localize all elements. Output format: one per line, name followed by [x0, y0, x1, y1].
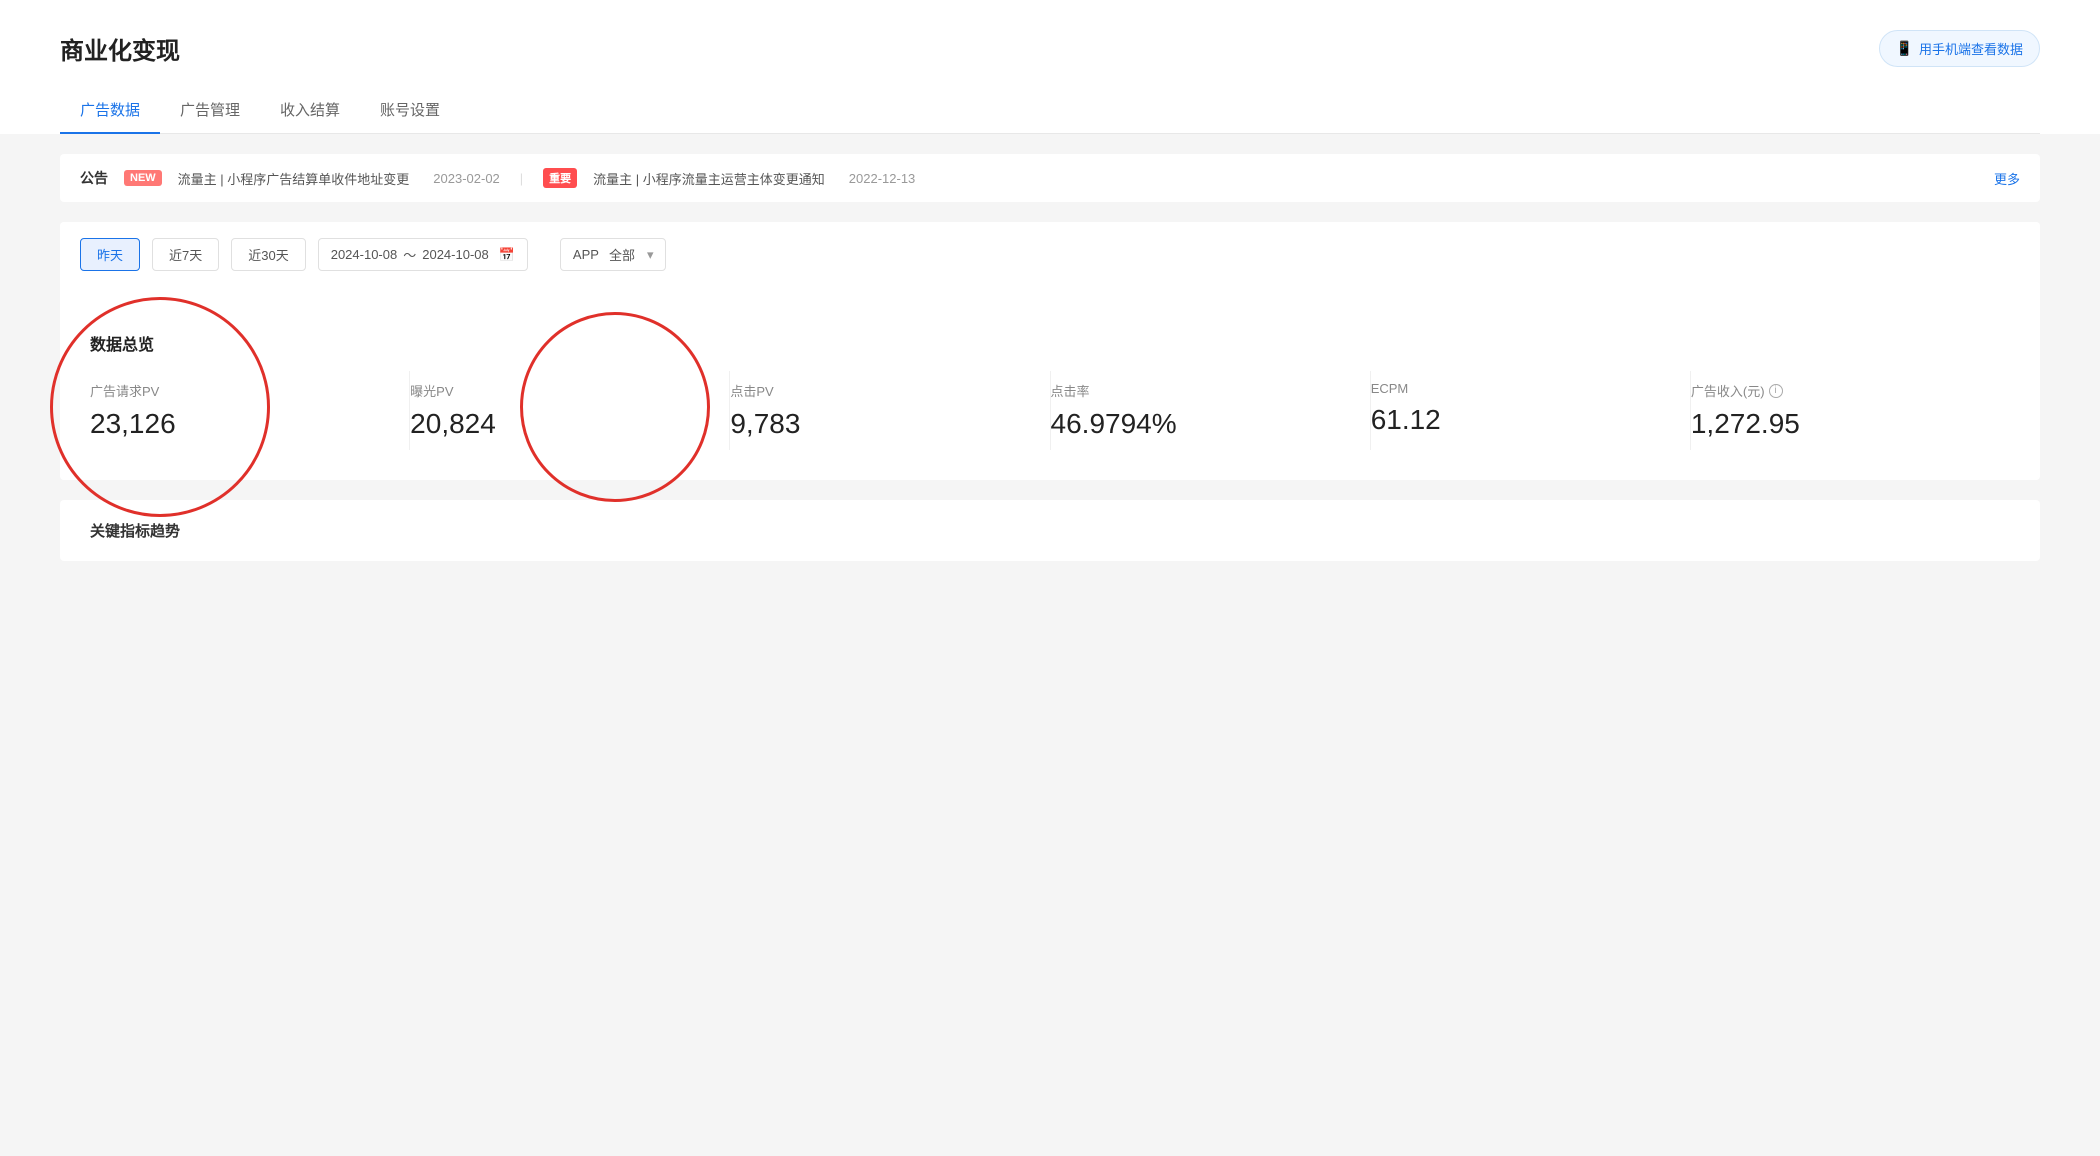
- announcement-text-1[interactable]: 流量主 | 小程序广告结算单收件地址变更: [178, 169, 410, 188]
- stat-value-2: 20,824: [410, 408, 709, 440]
- stat-label-2: 曝光PV: [410, 381, 709, 400]
- header-top: 商业化变现 📱 用手机端查看数据: [60, 30, 2040, 67]
- tabs-nav: 广告数据 广告管理 收入结算 账号设置: [60, 87, 2040, 134]
- date-start: 2024-10-08: [331, 247, 398, 262]
- page-title: 商业化变现: [60, 31, 180, 66]
- stat-value-4: 46.9794%: [1051, 408, 1350, 440]
- chevron-down-icon: ▾: [647, 247, 654, 263]
- stats-wrapper: 数据总览 广告请求PV 23,126 曝光PV: [60, 307, 2040, 480]
- badge-important-1: 重要: [543, 168, 577, 188]
- date-range-picker[interactable]: 2024-10-08 ～ 2024-10-08 📅: [318, 238, 528, 271]
- page-wrapper: 商业化变现 📱 用手机端查看数据 广告数据 广告管理 收入结算 账号设置 公告 …: [0, 0, 2100, 1156]
- stat-item-click-pv: 点击PV 9,783: [730, 371, 1050, 450]
- stat-item-click-rate: 点击率 46.9794%: [1051, 371, 1371, 450]
- stat-item-ad-request-pv: 广告请求PV 23,126: [90, 371, 410, 450]
- phone-icon: 📱: [1896, 40, 1913, 57]
- date-btn-7days[interactable]: 近7天: [152, 238, 219, 271]
- tab-ad-manage[interactable]: 广告管理: [160, 87, 260, 134]
- stat-value-6: 1,272.95: [1691, 408, 1990, 440]
- stat-value-3: 9,783: [730, 408, 1029, 440]
- stats-title-text: 数据总览: [90, 337, 154, 354]
- tab-account[interactable]: 账号设置: [360, 87, 460, 134]
- stat-label-6: 广告收入(元) i: [1691, 381, 1990, 400]
- mobile-btn-label: 用手机端查看数据: [1919, 39, 2023, 58]
- tab-ad-data[interactable]: 广告数据: [60, 87, 160, 134]
- announcement-label: 公告: [80, 168, 108, 188]
- trend-section: 关键指标趋势: [60, 500, 2040, 561]
- more-link[interactable]: 更多: [1994, 169, 2020, 188]
- app-selector[interactable]: APP 全部 ▾: [560, 238, 667, 271]
- stat-item-exposure-pv: 曝光PV 20,824: [410, 371, 730, 450]
- content-area: 公告 NEW 流量主 | 小程序广告结算单收件地址变更 2023-02-02 |…: [0, 134, 2100, 581]
- announcement-text-2[interactable]: 流量主 | 小程序流量主运营主体变更通知: [593, 169, 825, 188]
- header: 商业化变现 📱 用手机端查看数据 广告数据 广告管理 收入结算 账号设置: [0, 0, 2100, 134]
- date-btn-30days[interactable]: 近30天: [231, 238, 305, 271]
- stat-value-1: 23,126: [90, 408, 389, 440]
- stats-section-title: 数据总览: [90, 331, 2010, 355]
- ann-separator: |: [520, 171, 523, 186]
- stat-label-3: 点击PV: [730, 381, 1029, 400]
- announcement-date-1: 2023-02-02: [433, 171, 500, 186]
- stats-section: 昨天 近7天 近30天 2024-10-08 ～ 2024-10-08 📅 AP…: [60, 222, 2040, 480]
- date-end: 2024-10-08: [422, 247, 489, 262]
- stat-value-5: 61.12: [1371, 404, 1670, 436]
- calendar-icon: 📅: [499, 247, 515, 263]
- app-label: APP: [573, 247, 599, 262]
- stat-label-5: ECPM: [1371, 381, 1670, 396]
- mobile-view-button[interactable]: 📱 用手机端查看数据: [1879, 30, 2040, 67]
- badge-new-1: NEW: [124, 170, 162, 186]
- stat-item-ad-revenue: 广告收入(元) i 1,272.95: [1691, 371, 2010, 450]
- stat-label-4: 点击率: [1051, 381, 1350, 400]
- stats-grid: 广告请求PV 23,126 曝光PV 20,824 点击PV: [90, 371, 2010, 450]
- announcement-bar: 公告 NEW 流量主 | 小程序广告结算单收件地址变更 2023-02-02 |…: [60, 154, 2040, 202]
- app-value: 全部: [609, 245, 635, 264]
- info-icon-revenue[interactable]: i: [1769, 384, 1783, 398]
- stat-item-ecpm: ECPM 61.12: [1371, 371, 1691, 450]
- date-btn-yesterday[interactable]: 昨天: [80, 238, 140, 271]
- filter-bar: 昨天 近7天 近30天 2024-10-08 ～ 2024-10-08 📅 AP…: [60, 222, 2040, 287]
- stat-label-1: 广告请求PV: [90, 381, 389, 400]
- announcement-date-2: 2022-12-13: [849, 171, 916, 186]
- trend-title: 关键指标趋势: [90, 520, 2010, 541]
- date-separator: ～: [403, 245, 416, 264]
- tab-income[interactable]: 收入结算: [260, 87, 360, 134]
